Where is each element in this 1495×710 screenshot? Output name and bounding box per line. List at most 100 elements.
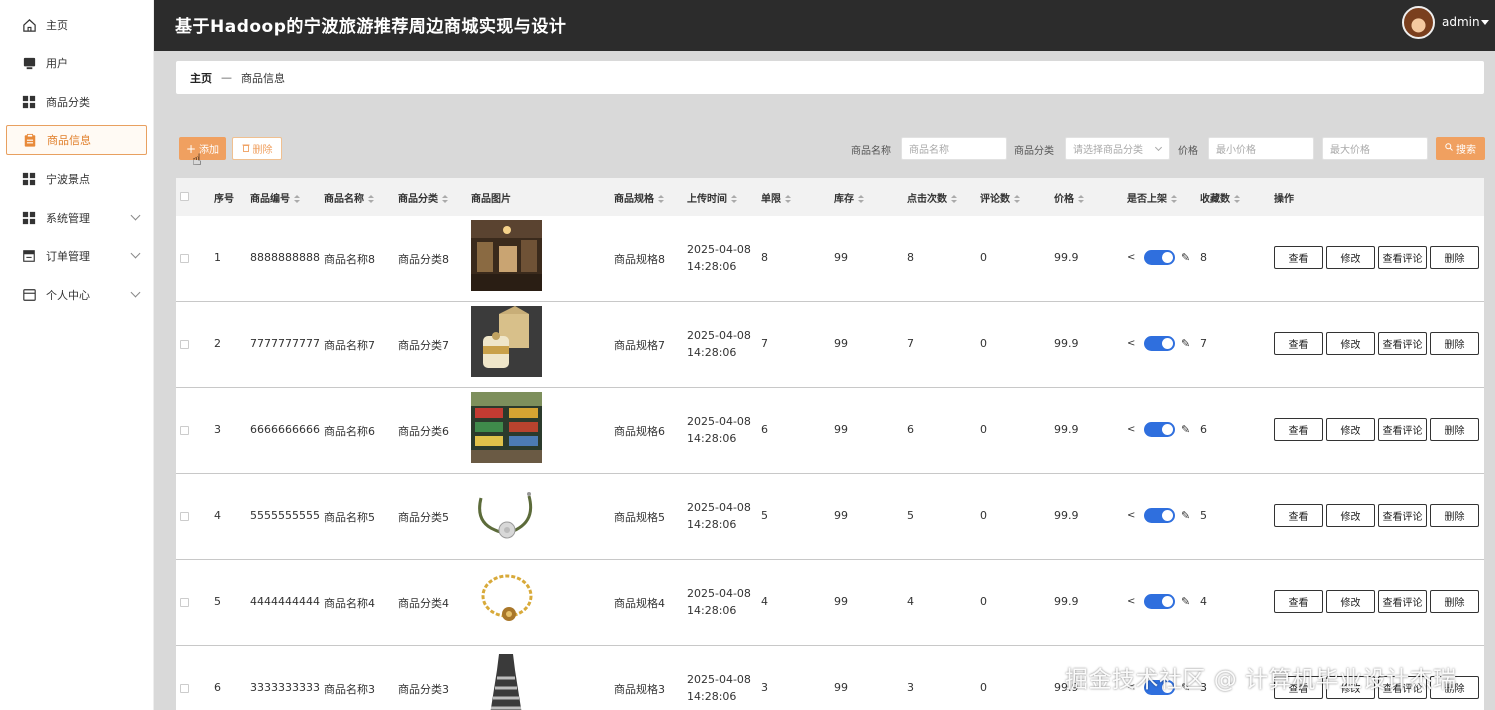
edit-button[interactable]: 修改 [1326, 418, 1375, 441]
header-spec[interactable]: 商品规格 [614, 190, 664, 205]
row-checkbox[interactable] [180, 340, 189, 349]
product-image[interactable] [471, 220, 542, 291]
share-icon[interactable]: < [1127, 338, 1135, 349]
row-checkbox[interactable] [180, 598, 189, 607]
sidebar-item-users[interactable]: 用户 [6, 48, 147, 78]
edit-button[interactable]: 修改 [1326, 504, 1375, 527]
sidebar-item-attractions[interactable]: 宁波景点 [6, 164, 147, 194]
share-icon[interactable]: < [1127, 252, 1135, 263]
max-price-input[interactable]: 最大价格 [1322, 137, 1428, 160]
table-row: 3 6666666666 商品名称6 商品分类6 商品规格6 2025-04-08 14:… [176, 388, 1484, 474]
row-delete-button[interactable]: 删除 [1430, 504, 1479, 527]
share-icon[interactable]: < [1127, 510, 1135, 521]
row-checkbox[interactable] [180, 254, 189, 263]
product-name-input[interactable]: 商品名称 [901, 137, 1007, 160]
on-shelf-toggle[interactable] [1144, 594, 1175, 609]
row-checkbox[interactable] [180, 684, 189, 693]
edit-button[interactable]: 修改 [1326, 246, 1375, 269]
row-limit: 4 [761, 595, 768, 608]
edit-button[interactable]: 修改 [1326, 332, 1375, 355]
sort-icon [1234, 194, 1240, 204]
edit-pen-icon[interactable]: ✎ [1181, 251, 1190, 264]
sidebar-item-home[interactable]: 主页 [6, 10, 147, 40]
on-shelf-toggle[interactable] [1144, 336, 1175, 351]
header-name[interactable]: 商品名称 [324, 190, 374, 205]
product-image[interactable] [471, 650, 542, 710]
select-all-checkbox[interactable] [180, 192, 189, 201]
breadcrumb-home[interactable]: 主页 [190, 70, 212, 86]
row-stock: 99 [834, 595, 848, 608]
search-button[interactable]: 搜索 [1436, 137, 1485, 160]
row-stock: 99 [834, 337, 848, 350]
view-button[interactable]: 查看 [1274, 418, 1323, 441]
share-icon[interactable]: < [1127, 424, 1135, 435]
row-delete-button[interactable]: 删除 [1430, 418, 1479, 441]
add-button[interactable]: + 添加 [179, 137, 226, 160]
header-on-shelf[interactable]: 是否上架 [1127, 190, 1177, 205]
view-comments-button[interactable]: 查看评论 [1378, 332, 1427, 355]
search-button-label: 搜索 [1456, 145, 1476, 156]
row-checkbox[interactable] [180, 426, 189, 435]
sidebar-item-orders[interactable]: 订单管理 [6, 241, 147, 271]
row-index: 5 [214, 595, 221, 608]
product-image[interactable] [471, 392, 542, 463]
header-name-label: 商品名称 [324, 194, 364, 205]
header-stock[interactable]: 库存 [834, 190, 864, 205]
chevron-down-icon [130, 210, 141, 221]
row-category: 商品分类6 [398, 425, 449, 438]
on-shelf-toggle[interactable] [1144, 422, 1175, 437]
product-image[interactable] [471, 478, 542, 549]
user-name[interactable]: admin [1442, 15, 1480, 29]
share-icon[interactable]: < [1127, 596, 1135, 607]
row-favorites: 4 [1200, 595, 1207, 608]
avatar[interactable] [1402, 6, 1435, 39]
sidebar-item-profile[interactable]: 个人中心 [6, 280, 147, 310]
header-price-label: 价格 [1054, 194, 1074, 205]
header-limit[interactable]: 单限 [761, 190, 791, 205]
row-code: 6666666666 [250, 423, 320, 436]
header-favorites[interactable]: 收藏数 [1200, 190, 1240, 205]
row-favorites: 5 [1200, 509, 1207, 522]
row-checkbox[interactable] [180, 512, 189, 521]
header-clicks[interactable]: 点击次数 [907, 190, 957, 205]
view-button[interactable]: 查看 [1274, 504, 1323, 527]
view-comments-button[interactable]: 查看评论 [1378, 590, 1427, 613]
edit-button[interactable]: 修改 [1326, 590, 1375, 613]
delete-button[interactable]: 删除 [232, 137, 282, 160]
header-category[interactable]: 商品分类 [398, 190, 448, 205]
row-category: 商品分类5 [398, 511, 449, 524]
on-shelf-toggle[interactable] [1144, 250, 1175, 265]
product-image[interactable] [471, 306, 542, 377]
edit-pen-icon[interactable]: ✎ [1181, 337, 1190, 350]
product-image[interactable] [471, 564, 542, 635]
row-price: 99.9 [1054, 509, 1079, 522]
sidebar-item-system[interactable]: 系统管理 [6, 203, 147, 233]
header-upload-time[interactable]: 上传时间 [687, 190, 737, 205]
row-comments: 0 [980, 423, 987, 436]
row-name: 商品名称8 [324, 253, 375, 266]
header-price[interactable]: 价格 [1054, 190, 1084, 205]
view-comments-button[interactable]: 查看评论 [1378, 418, 1427, 441]
category-select[interactable]: 请选择商品分类 [1065, 137, 1170, 160]
row-delete-button[interactable]: 删除 [1430, 332, 1479, 355]
row-delete-button[interactable]: 删除 [1430, 246, 1479, 269]
edit-pen-icon[interactable]: ✎ [1181, 595, 1190, 608]
view-button[interactable]: 查看 [1274, 332, 1323, 355]
row-spec: 商品规格7 [614, 339, 665, 352]
view-comments-button[interactable]: 查看评论 [1378, 504, 1427, 527]
caret-down-icon[interactable] [1481, 20, 1489, 25]
view-button[interactable]: 查看 [1274, 246, 1323, 269]
view-comments-button[interactable]: 查看评论 [1378, 246, 1427, 269]
header-comments[interactable]: 评论数 [980, 190, 1020, 205]
edit-pen-icon[interactable]: ✎ [1181, 509, 1190, 522]
view-button[interactable]: 查看 [1274, 590, 1323, 613]
min-price-input[interactable]: 最小价格 [1208, 137, 1314, 160]
row-code: 5555555555 [250, 509, 320, 522]
sidebar-item-category[interactable]: 商品分类 [6, 87, 147, 117]
row-index: 2 [214, 337, 221, 350]
row-delete-button[interactable]: 删除 [1430, 590, 1479, 613]
header-code[interactable]: 商品编号 [250, 190, 300, 205]
sidebar-item-product-info[interactable]: 商品信息 [6, 125, 147, 155]
on-shelf-toggle[interactable] [1144, 508, 1175, 523]
edit-pen-icon[interactable]: ✎ [1181, 423, 1190, 436]
